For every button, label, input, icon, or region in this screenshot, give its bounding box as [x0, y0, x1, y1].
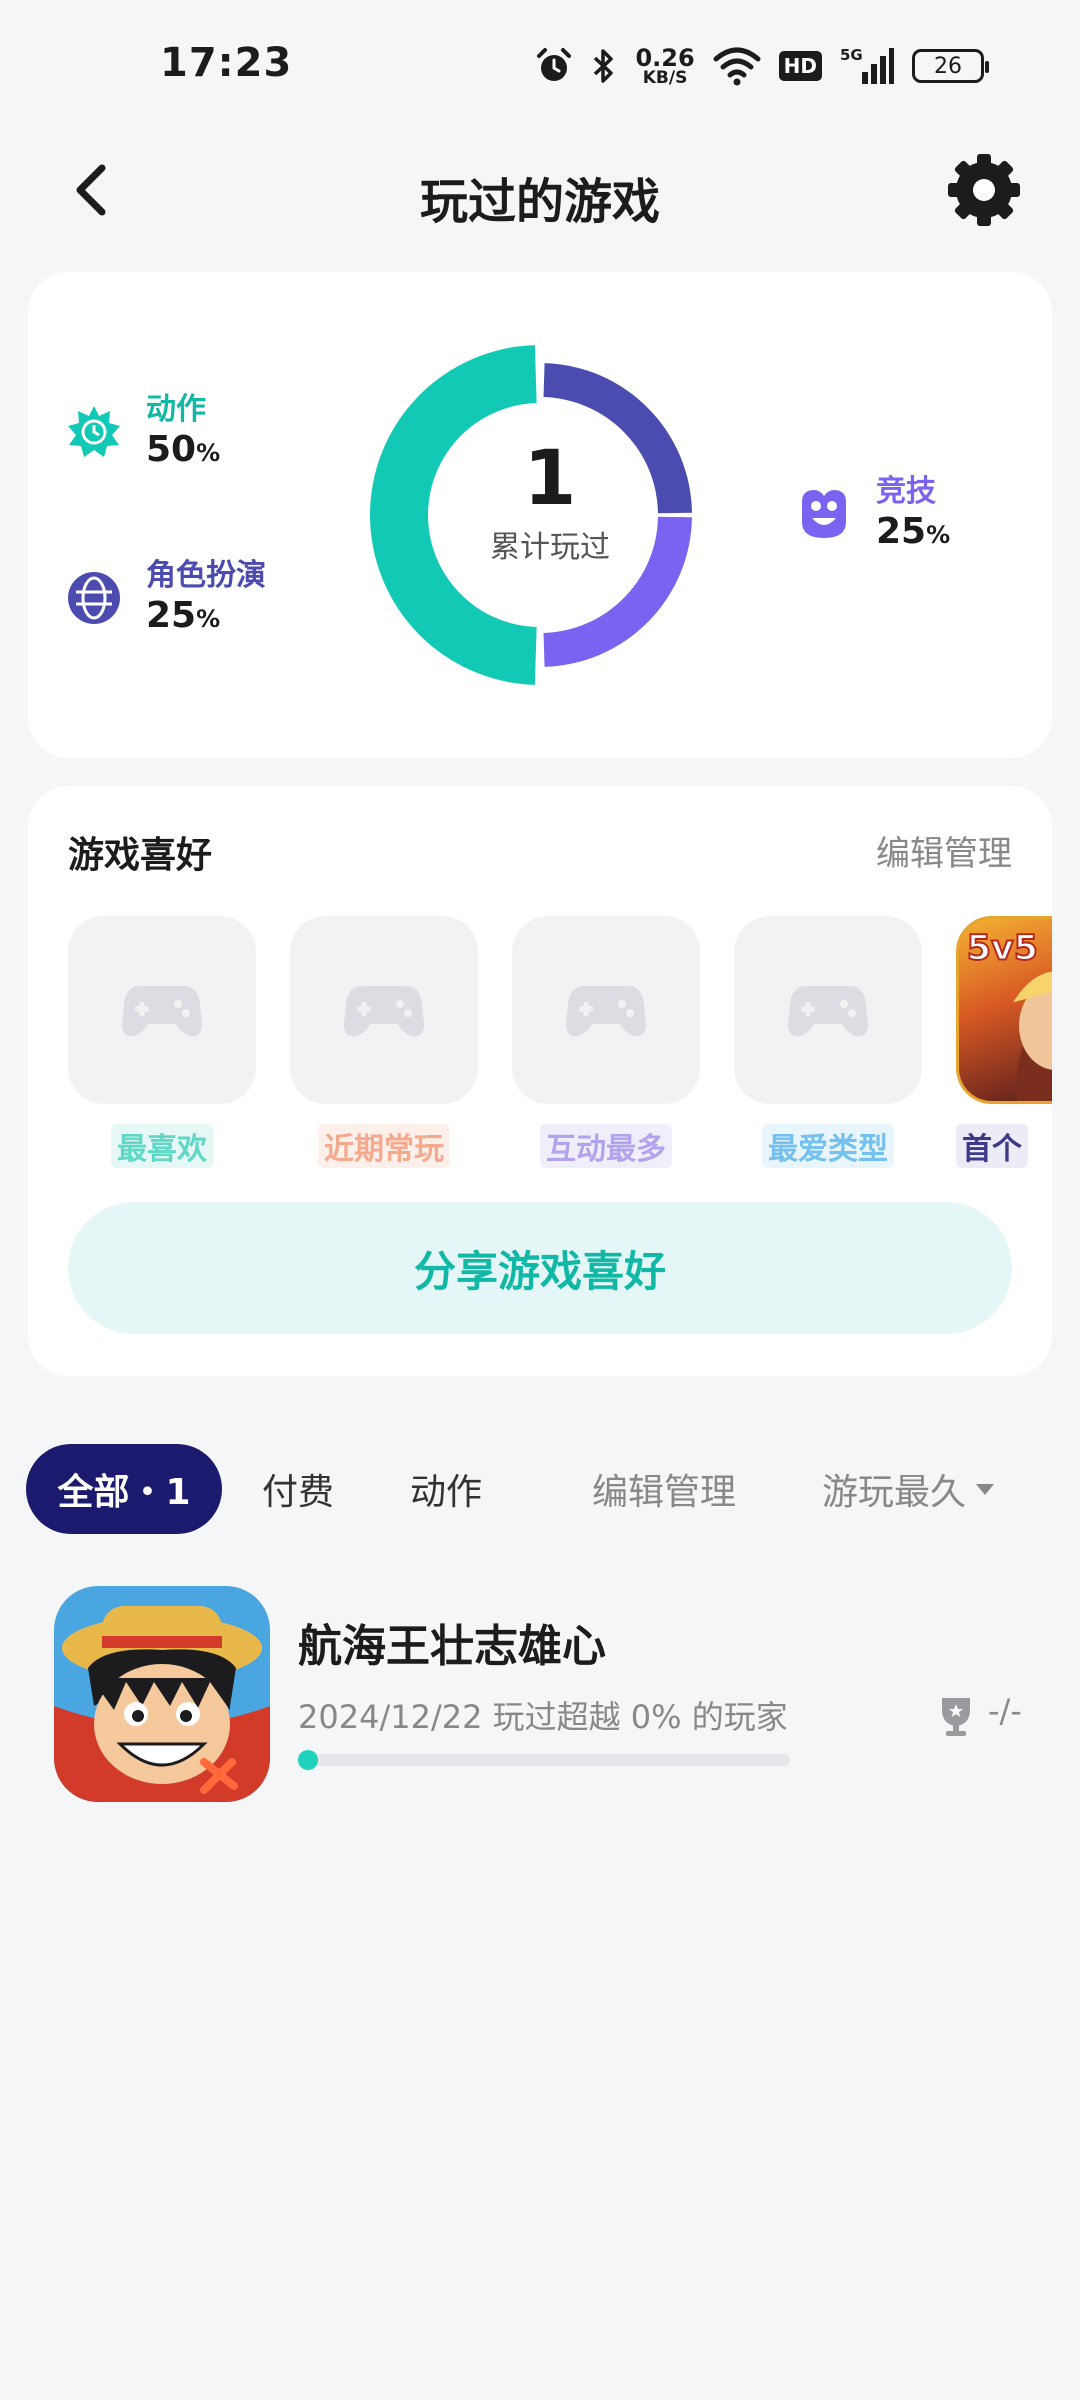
- legend-action-pct: 50: [146, 429, 197, 470]
- list-edit-link[interactable]: 编辑管理: [592, 1444, 736, 1534]
- legend-action-name: 动作: [146, 392, 206, 427]
- battery-level: 26: [934, 53, 962, 79]
- pref-interaction-tile[interactable]: [512, 916, 700, 1104]
- game-preferences-card: 游戏喜好 编辑管理 最喜欢 近期常玩 互动最多 最爱类型 5v5 首个 分享游戏…: [28, 786, 1052, 1376]
- game-name: 航海王壮志雄心: [298, 1621, 606, 1672]
- wifi-icon: [713, 47, 761, 86]
- legend-competitive-pct: 25: [876, 511, 927, 552]
- pref-first-tile-text: 5v5: [967, 929, 1038, 969]
- page-title: 玩过的游戏: [419, 174, 660, 230]
- pref-interaction[interactable]: 互动最多: [512, 916, 700, 1168]
- signal-icon: 5G: [840, 46, 894, 84]
- game-list-item[interactable]: 航海王壮志雄心 2024/12/22 玩过超越 0% 的玩家 -/-: [0, 1584, 1080, 1804]
- preferences-title: 游戏喜好: [68, 835, 213, 876]
- legend-competitive-pct-unit: %: [926, 521, 951, 549]
- gamepad-icon: [122, 986, 202, 1037]
- battery-icon: 26: [912, 49, 989, 83]
- legend-action-pct-unit: %: [196, 439, 221, 467]
- app-header: 玩过的游戏: [0, 140, 1080, 240]
- tab-paid[interactable]: 付费: [262, 1444, 334, 1534]
- pref-favorite-label: 最喜欢: [111, 1124, 213, 1168]
- pref-type[interactable]: 最爱类型: [734, 916, 922, 1168]
- preferences-row[interactable]: 最喜欢 近期常玩 互动最多 最爱类型 5v5 首个: [68, 916, 1052, 1176]
- gear-icon[interactable]: [944, 150, 1024, 230]
- total-played-count: 1: [523, 433, 577, 522]
- share-preferences-button[interactable]: 分享游戏喜好: [68, 1202, 1012, 1334]
- legend-competitive: 竞技 25%: [794, 474, 950, 553]
- pref-first[interactable]: 5v5 首个: [956, 916, 1052, 1168]
- pref-type-label: 最爱类型: [762, 1124, 894, 1168]
- tab-all[interactable]: 全部・1: [26, 1444, 222, 1534]
- legend-rpg-name: 角色扮演: [146, 558, 266, 593]
- gamepad-icon: [788, 986, 868, 1037]
- tab-action[interactable]: 动作: [410, 1444, 482, 1534]
- globe-icon: [68, 571, 120, 624]
- gamepad-icon: [566, 986, 646, 1037]
- play-progress-fill: [298, 1750, 318, 1770]
- pref-recent-tile[interactable]: [290, 916, 478, 1104]
- pref-favorite[interactable]: 最喜欢: [68, 916, 256, 1168]
- hero-portrait-icon: 5v5: [966, 928, 1052, 1101]
- net-speed-unit: KB/S: [642, 67, 688, 88]
- legend-rpg: 角色扮演 25%: [64, 558, 266, 637]
- preferences-edit-link[interactable]: 编辑管理: [876, 826, 1012, 875]
- pref-first-label: 首个: [956, 1124, 1028, 1168]
- gamepad-icon: [344, 986, 424, 1037]
- alarm-icon: [537, 48, 572, 81]
- competitive-face-icon: [802, 489, 846, 538]
- game-rank: -/-: [988, 1692, 1022, 1730]
- bluetooth-icon: [594, 49, 614, 83]
- game-played-meta: 2024/12/22 玩过超越 0% 的玩家: [298, 1698, 788, 1736]
- status-bar: 17:23 0.26 KB/S HD 5G 26: [0, 0, 1080, 130]
- pref-recent[interactable]: 近期常玩: [290, 916, 478, 1168]
- pref-favorite-tile[interactable]: [68, 916, 256, 1104]
- pref-type-tile[interactable]: [734, 916, 922, 1104]
- action-burst-icon: [68, 405, 120, 457]
- sort-label: 游玩最久: [822, 1472, 967, 1513]
- legend-action: 动作 50%: [64, 392, 220, 471]
- net-speed-value: 0.26: [635, 43, 695, 72]
- status-time: 17:23: [160, 40, 293, 86]
- legend-rpg-pct-unit: %: [196, 605, 221, 633]
- caret-down-icon: [976, 1483, 995, 1495]
- pref-interaction-label: 互动最多: [540, 1124, 672, 1168]
- legend-competitive-name: 竞技: [876, 474, 936, 509]
- onepiece-game-icon[interactable]: [54, 1586, 270, 1802]
- pref-recent-label: 近期常玩: [318, 1124, 450, 1168]
- status-icons: 0.26 KB/S HD 5G 26: [535, 44, 989, 88]
- trophy-icon: [942, 1698, 970, 1736]
- filter-tabs: 全部・1 付费 动作 编辑管理 游玩最久: [0, 1444, 1080, 1536]
- net-speed: 0.26 KB/S: [635, 46, 694, 87]
- donut-center: 1 累计玩过: [370, 440, 730, 566]
- hd-badge: HD: [778, 51, 822, 81]
- sort-dropdown[interactable]: 游玩最久: [822, 1444, 995, 1534]
- genre-summary-card: 动作 50% 角色扮演 25% 竞技 25% 1 累计玩过: [28, 272, 1052, 758]
- legend-rpg-pct: 25: [146, 595, 197, 636]
- play-progress-bar: [298, 1750, 790, 1770]
- pref-first-game-icon[interactable]: 5v5: [956, 916, 1052, 1104]
- total-played-label: 累计玩过: [490, 530, 610, 565]
- network-type-label: 5G: [840, 46, 863, 64]
